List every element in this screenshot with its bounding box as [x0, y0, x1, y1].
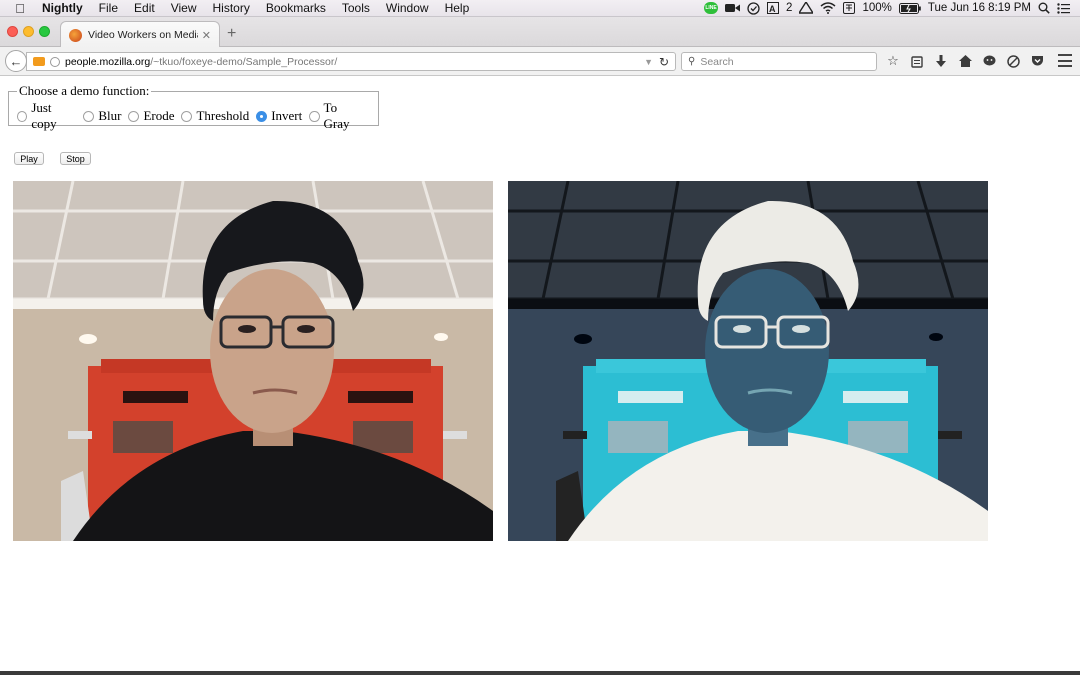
facetime-camera-icon[interactable] [725, 1, 741, 15]
source-video-frame [13, 181, 493, 541]
navigation-toolbar: people.mozilla.org/~tkuo/foxeye-demo/Sam… [0, 47, 1080, 76]
radio-label-just-copy: Just copy [31, 100, 57, 131]
menu-view[interactable]: View [163, 0, 205, 17]
battery-percent: 100% [862, 2, 892, 14]
radio-label-threshold: Threshold [196, 108, 250, 123]
tab-active[interactable]: Video Workers on MediaStr... ✕ [60, 21, 220, 48]
close-tab-icon[interactable]: ✕ [202, 29, 211, 42]
back-arrow-icon: ← [9, 53, 23, 69]
window-bottom-edge [0, 671, 1080, 675]
tab-title: Video Workers on MediaStr... [88, 29, 198, 41]
battery-icon[interactable] [898, 1, 921, 15]
zoom-window-button[interactable] [39, 26, 50, 37]
url-path: /~tkuo/foxeye-demo/Sample_Processor/ [150, 55, 338, 68]
adobe-count: 2 [786, 2, 793, 14]
menu-hamburger-icon[interactable] [1058, 54, 1072, 67]
source-video[interactable] [13, 181, 493, 541]
radio-option-just-copy[interactable]: Just copy [17, 100, 76, 132]
firefox-favicon-icon [69, 28, 82, 42]
browser-window: Video Workers on MediaStr... ✕ + people.… [0, 17, 1080, 671]
svg-text:A: A [769, 4, 776, 14]
processed-video-frame [508, 181, 988, 541]
bookmark-star-icon[interactable]: ☆ [884, 52, 902, 70]
camera-sharing-icon[interactable] [33, 57, 45, 66]
radio-just-copy[interactable] [17, 110, 28, 122]
page-content: Choose a demo function: Just copy Blur E… [0, 77, 1080, 671]
line-app-icon[interactable]: LINE [704, 1, 719, 15]
radio-label-to-gray: To Gray [323, 100, 350, 131]
radio-option-threshold[interactable]: Threshold [181, 108, 249, 124]
stop-button[interactable]: Stop [60, 152, 91, 165]
demo-function-legend: Choose a demo function: [19, 83, 150, 98]
url-host: people.mozilla.org [65, 55, 151, 68]
apple-icon[interactable]:  [6, 1, 34, 16]
demo-function-fieldset: Choose a demo function: Just copy Blur E… [8, 83, 379, 131]
menu-app-name[interactable]: Nightly [34, 0, 91, 17]
menu-file[interactable]: File [91, 0, 126, 17]
clock-check-icon[interactable] [747, 1, 760, 15]
play-button[interactable]: Play [14, 152, 44, 165]
reading-list-icon[interactable] [908, 52, 926, 70]
search-bar[interactable]: ⚲ Search [681, 52, 877, 71]
menu-tools[interactable]: Tools [334, 0, 378, 17]
radio-to-gray[interactable] [309, 110, 320, 122]
back-button[interactable]: ← [5, 50, 27, 72]
spotlight-search-icon[interactable] [1038, 1, 1050, 15]
menu-bookmarks[interactable]: Bookmarks [258, 0, 334, 17]
menu-window[interactable]: Window [378, 0, 437, 17]
home-icon[interactable] [956, 52, 974, 70]
input-source-icon[interactable] [843, 1, 856, 15]
radio-group: Just copy Blur Erode Threshold Invert To… [17, 100, 370, 132]
radio-label-blur: Blur [98, 108, 122, 123]
radio-option-to-gray[interactable]: To Gray [309, 100, 363, 132]
tracking-protection-icon[interactable] [1004, 52, 1022, 70]
downloads-icon[interactable] [932, 52, 950, 70]
menu-edit[interactable]: Edit [126, 0, 163, 17]
radio-threshold[interactable] [181, 110, 193, 122]
close-window-button[interactable] [7, 26, 18, 37]
radio-erode[interactable] [128, 110, 140, 122]
radio-label-erode: Erode [143, 108, 175, 123]
radio-blur[interactable] [83, 110, 95, 122]
pocket-icon[interactable] [1028, 52, 1046, 70]
menu-help[interactable]: Help [437, 0, 478, 17]
adobe-icon[interactable]: A [767, 1, 780, 15]
menu-history[interactable]: History [205, 0, 258, 17]
notification-center-icon[interactable] [1057, 1, 1070, 15]
google-drive-icon[interactable] [799, 1, 814, 15]
radio-invert[interactable] [256, 110, 268, 122]
search-icon: ⚲ [688, 56, 696, 67]
site-identity-icon[interactable] [50, 56, 60, 67]
minimize-window-button[interactable] [23, 26, 34, 37]
processed-video[interactable] [508, 181, 988, 541]
tab-strip: Video Workers on MediaStr... ✕ + [0, 17, 1080, 48]
radio-option-invert[interactable]: Invert [256, 108, 302, 124]
wifi-icon[interactable] [820, 1, 836, 15]
reload-icon[interactable]: ↻ [659, 55, 669, 69]
macos-menu-bar:  Nightly File Edit View History Bookmar… [0, 0, 1080, 17]
new-tab-icon[interactable]: + [227, 25, 236, 43]
toolbar-icons: ☆ [884, 52, 1046, 70]
url-dropdown-icon[interactable]: ▼ [644, 57, 653, 67]
status-area: LINE A 2 100% Tue Jun 16 8:19 PM [704, 1, 1080, 15]
radio-option-blur[interactable]: Blur [83, 108, 121, 124]
clock[interactable]: Tue Jun 16 8:19 PM [928, 2, 1031, 14]
radio-option-erode[interactable]: Erode [128, 108, 174, 124]
hello-chat-icon[interactable] [980, 52, 998, 70]
radio-label-invert: Invert [271, 108, 303, 123]
search-placeholder: Search [700, 55, 734, 68]
url-bar[interactable]: people.mozilla.org/~tkuo/foxeye-demo/Sam… [26, 52, 676, 71]
